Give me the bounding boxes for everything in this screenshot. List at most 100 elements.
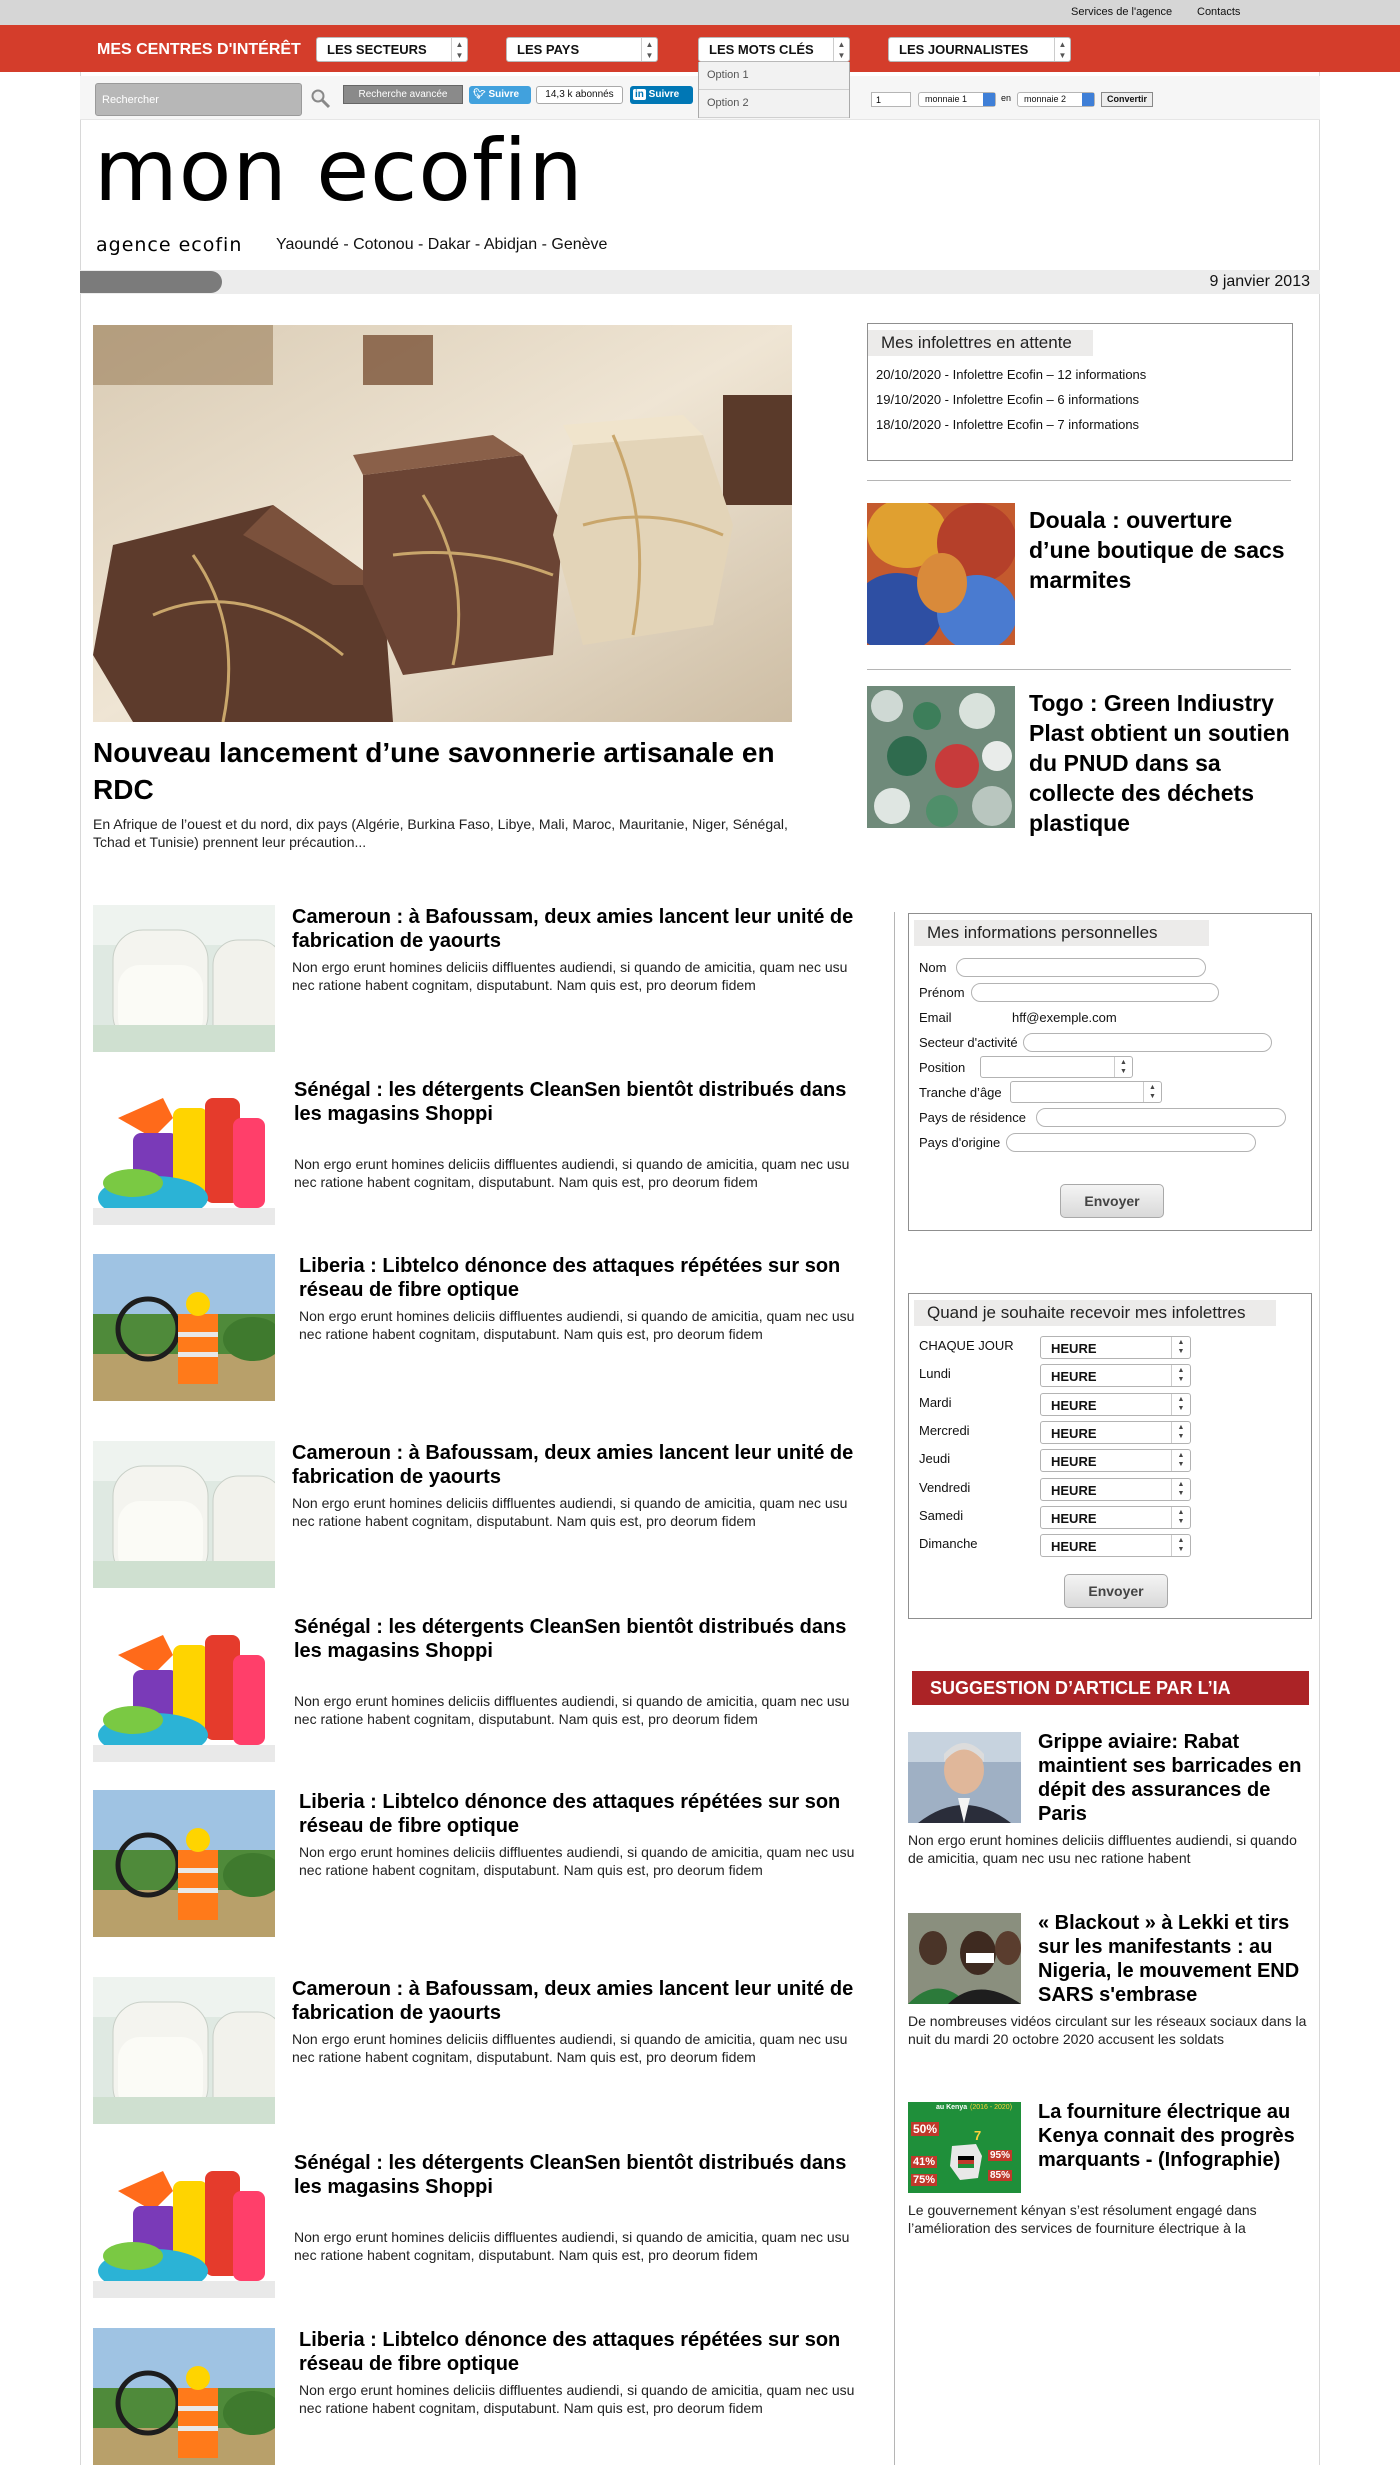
- newsletter-item[interactable]: 19/10/2020 - Infolettre Ecofin – 6 infor…: [876, 392, 1139, 407]
- dropdown-option-1[interactable]: Option 1: [699, 62, 849, 90]
- article-title[interactable]: Cameroun : à Bafoussam, deux amies lance…: [292, 1977, 862, 2025]
- hero-title[interactable]: Nouveau lancement d’une savonnerie artis…: [93, 734, 813, 808]
- article-image-fiber[interactable]: [93, 1254, 275, 1401]
- ai-article-image-portrait[interactable]: [908, 1732, 1021, 1823]
- article-text: Non ergo erunt homines deliciis diffluen…: [294, 2229, 850, 2263]
- profile-submit-button[interactable]: Envoyer: [1060, 1184, 1164, 1218]
- article-image-fiber[interactable]: [93, 2328, 275, 2465]
- side-article-title[interactable]: Douala : ouverture d’une boutique de sac…: [1029, 505, 1299, 595]
- amount-input[interactable]: [871, 92, 911, 107]
- article-title[interactable]: Cameroun : à Bafoussam, deux amies lance…: [292, 1441, 862, 1489]
- origin-country-input[interactable]: [1006, 1133, 1256, 1152]
- ai-article-image-infographic[interactable]: au Kenya (2016 - 2020) 50% 7 41% 75% 95%…: [908, 2102, 1021, 2193]
- schedule-day-label: Dimanche: [919, 1536, 978, 1551]
- infographic-value: 95%: [988, 2150, 1013, 2161]
- article-title[interactable]: Liberia : Libtelco dénonce des attaques …: [299, 1790, 869, 1838]
- article-title[interactable]: Liberia : Libtelco dénonce des attaques …: [299, 2328, 869, 2376]
- article-image-detergent[interactable]: [93, 2151, 275, 2298]
- chevron-updown-icon: ▲ ▼: [1171, 1365, 1190, 1386]
- search-icon[interactable]: [310, 88, 332, 110]
- schedule-hour-select[interactable]: HEURE ▲ ▼: [1040, 1421, 1191, 1444]
- infographic-years: (2016 - 2020): [970, 2104, 1013, 2111]
- article-title[interactable]: Sénégal : les détergents CleanSen bientô…: [294, 2151, 864, 2199]
- firstname-input[interactable]: [971, 983, 1219, 1002]
- search-input[interactable]: [95, 83, 302, 116]
- schedule-day-label: Jeudi: [919, 1451, 951, 1466]
- ai-article-title[interactable]: La fourniture électrique au Kenya connai…: [1038, 2100, 1308, 2172]
- ai-article-text: Non ergo erunt homines deliciis diffluen…: [908, 1832, 1297, 1866]
- article-image-fiber[interactable]: [93, 1790, 275, 1937]
- followers-count: 14,3 k abonnés: [536, 86, 623, 104]
- ai-article-text: Le gouvernement kényan s’est résolument …: [908, 2202, 1257, 2236]
- date-bar-pill: [80, 271, 222, 293]
- site-logo[interactable]: mon ecofin: [94, 128, 584, 214]
- sector-input[interactable]: [1023, 1033, 1272, 1052]
- schedule-hour-select[interactable]: HEURE ▲ ▼: [1040, 1506, 1191, 1529]
- currency-to-select[interactable]: monnaie 2: [1017, 92, 1095, 107]
- article-text: Non ergo erunt homines deliciis diffluen…: [299, 1308, 855, 1342]
- currency-to-label: monnaie 2: [1024, 94, 1067, 104]
- kenya-map-icon: [950, 2144, 982, 2180]
- age-range-select[interactable]: ▲ ▼: [1010, 1081, 1162, 1103]
- chevron-icon: [983, 93, 995, 106]
- chevron-updown-icon: ▲ ▼: [1171, 1450, 1190, 1471]
- ai-article-image-protest[interactable]: [908, 1913, 1021, 2004]
- currency-from-select[interactable]: monnaie 1: [918, 92, 996, 107]
- countries-select[interactable]: LES PAYS ▲ ▼: [506, 37, 658, 62]
- residence-country-input[interactable]: [1036, 1108, 1286, 1127]
- ai-article-title[interactable]: « Blackout » à Lekki et tirs sur les man…: [1038, 1911, 1308, 2007]
- residence-country-label: Pays de résidence: [919, 1110, 1026, 1125]
- schedule-hour-select[interactable]: HEURE ▲ ▼: [1040, 1449, 1191, 1472]
- article-title[interactable]: Sénégal : les détergents CleanSen bientô…: [294, 1615, 864, 1663]
- name-input[interactable]: [956, 958, 1206, 977]
- article-image-yogurt[interactable]: [93, 905, 275, 1052]
- article-text: Non ergo erunt homines deliciis diffluen…: [294, 1693, 850, 1727]
- sectors-select[interactable]: LES SECTEURS ▲ ▼: [316, 37, 468, 62]
- schedule-hour-select[interactable]: HEURE ▲ ▼: [1040, 1336, 1191, 1359]
- dropdown-option-2[interactable]: Option 2: [699, 90, 849, 118]
- journalists-select[interactable]: LES JOURNALISTES ▲ ▼: [888, 37, 1071, 62]
- ai-suggestion-heading: SUGGESTION D’ARTICLE PAR L’IA: [912, 1671, 1309, 1705]
- article-title[interactable]: Cameroun : à Bafoussam, deux amies lance…: [292, 905, 862, 953]
- article-text: Non ergo erunt homines deliciis diffluen…: [292, 1495, 848, 1529]
- convert-button[interactable]: Convertir: [1101, 92, 1153, 107]
- ai-article-title[interactable]: Grippe aviaire: Rabat maintient ses barr…: [1038, 1730, 1308, 1826]
- twitter-follow-button[interactable]: 🐦︎ Suivre: [469, 86, 531, 104]
- advanced-search-button[interactable]: Recherche avancée: [343, 85, 463, 104]
- countries-select-label: LES PAYS: [517, 42, 580, 57]
- schedule-hour-select[interactable]: HEURE ▲ ▼: [1040, 1478, 1191, 1501]
- position-label: Position: [919, 1060, 966, 1075]
- sectors-select-label: LES SECTEURS: [327, 42, 427, 57]
- services-link[interactable]: Services de l'agence: [1071, 6, 1172, 18]
- chevron-updown-icon: ▲ ▼: [1171, 1507, 1190, 1528]
- article-title[interactable]: Sénégal : les détergents CleanSen bientô…: [294, 1078, 864, 1126]
- keywords-select[interactable]: LES MOTS CLÉS ▲ ▼: [698, 37, 850, 62]
- position-select[interactable]: ▲ ▼: [980, 1056, 1133, 1078]
- schedule-hour-select[interactable]: HEURE ▲ ▼: [1040, 1534, 1191, 1557]
- newsletter-item[interactable]: 18/10/2020 - Infolettre Ecofin – 7 infor…: [876, 417, 1139, 432]
- infographic-value: 7: [974, 2128, 982, 2143]
- schedule-hour-select[interactable]: HEURE ▲ ▼: [1040, 1393, 1191, 1416]
- schedule-hour-select[interactable]: HEURE ▲ ▼: [1040, 1364, 1191, 1387]
- article-image-detergent[interactable]: [93, 1078, 275, 1225]
- chevron-updown-icon: ▲ ▼: [1171, 1394, 1190, 1415]
- newsletter-schedule-title: Quand je souhaite recevoir mes infolettr…: [914, 1300, 1276, 1326]
- article-image-yogurt[interactable]: [93, 1977, 275, 2124]
- pending-newsletters-title: Mes infolettres en attente: [868, 330, 1093, 356]
- chevron-updown-icon: ▲ ▼: [1171, 1337, 1190, 1358]
- article-image-yogurt[interactable]: [93, 1441, 275, 1588]
- email-value[interactable]: hff@exemple.com: [1012, 1010, 1117, 1025]
- hero-image-soaps[interactable]: [93, 325, 792, 722]
- side-article-image-bags[interactable]: [867, 503, 1015, 645]
- side-article-image-plastic[interactable]: [867, 686, 1015, 828]
- chevron-icon: [1082, 93, 1094, 106]
- article-title[interactable]: Liberia : Libtelco dénonce des attaques …: [299, 1254, 869, 1302]
- linkedin-follow-button[interactable]: in Suivre: [630, 86, 693, 104]
- schedule-hour-value: HEURE: [1051, 1341, 1097, 1356]
- contacts-link[interactable]: Contacts: [1197, 6, 1240, 18]
- side-article-title[interactable]: Togo : Green Indiustry Plast obtient un …: [1029, 688, 1299, 838]
- article-image-detergent[interactable]: [93, 1615, 275, 1762]
- schedule-submit-button[interactable]: Envoyer: [1064, 1574, 1168, 1608]
- chevron-updown-icon: ▲ ▼: [1171, 1422, 1190, 1443]
- newsletter-item[interactable]: 20/10/2020 - Infolettre Ecofin – 12 info…: [876, 367, 1146, 382]
